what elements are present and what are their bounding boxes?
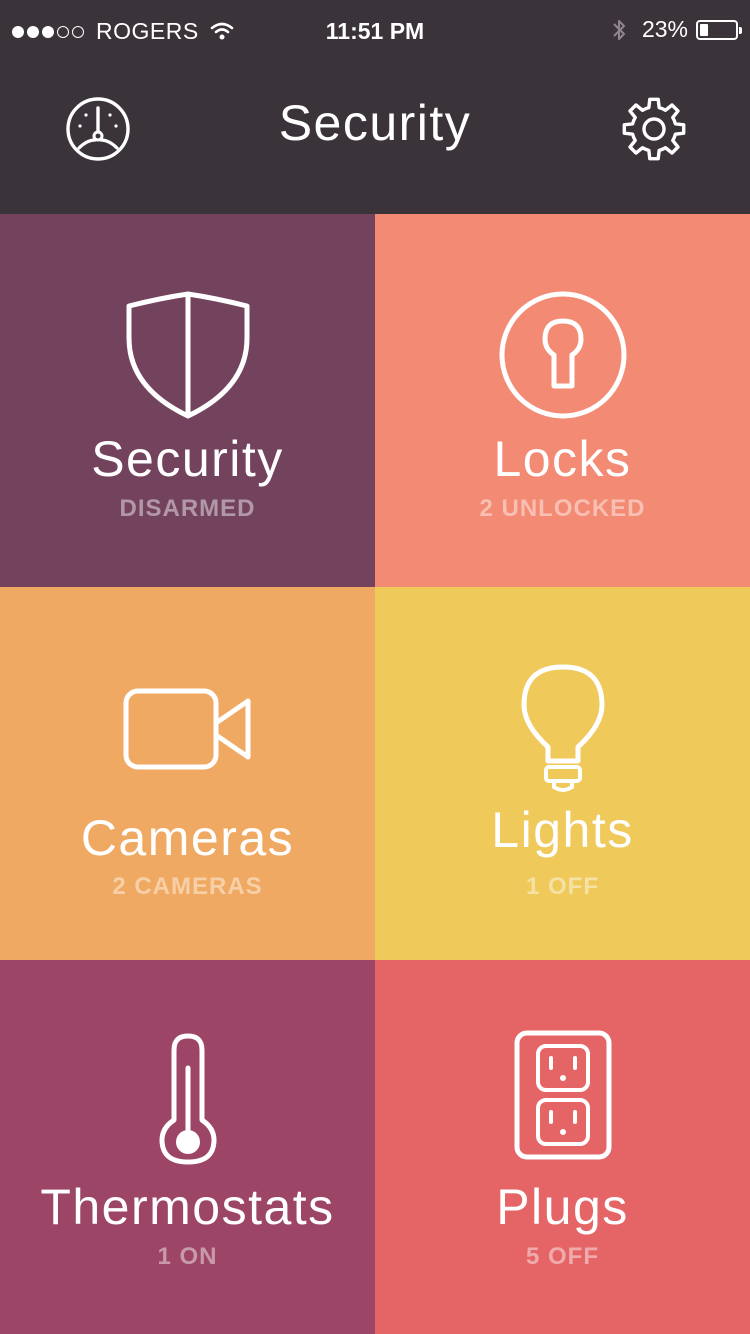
tile-cameras[interactable]: Cameras 2 CAMERAS bbox=[0, 587, 375, 961]
tile-status: 5 OFF bbox=[525, 1243, 599, 1270]
tile-lights[interactable]: Lights 1 OFF bbox=[375, 587, 750, 961]
bluetooth-icon bbox=[613, 19, 625, 40]
battery-icon bbox=[696, 19, 742, 40]
status-bar: ROGERS 11:51 PM 23% bbox=[0, 0, 750, 64]
tile-status: DISARMED bbox=[119, 495, 256, 522]
tile-thermostats[interactable]: Thermostats 1 ON bbox=[0, 960, 375, 1334]
video-camera-icon bbox=[0, 687, 375, 771]
battery-percent: 23% bbox=[641, 16, 688, 42]
tile-label: Cameras bbox=[80, 810, 295, 866]
tile-status: 2 UNLOCKED bbox=[479, 495, 646, 522]
tile-label: Lights bbox=[491, 802, 634, 858]
tile-label: Security bbox=[91, 431, 284, 487]
status-right: 23% bbox=[612, 16, 742, 43]
battery-cap bbox=[739, 26, 742, 34]
device-category-grid: Security DISARMED Locks 2 UNLOCKED Camer… bbox=[0, 214, 750, 1334]
tile-status: 1 ON bbox=[157, 1243, 218, 1270]
shield-icon bbox=[0, 290, 375, 420]
tile-label: Locks bbox=[493, 431, 632, 487]
gear-icon bbox=[622, 97, 686, 161]
navigation-bar: Security bbox=[0, 64, 750, 214]
tile-status: 2 CAMERAS bbox=[112, 873, 263, 900]
keyhole-icon bbox=[375, 289, 750, 421]
light-bulb-icon bbox=[375, 663, 750, 795]
thermometer-icon bbox=[0, 1032, 375, 1166]
tile-label: Thermostats bbox=[40, 1179, 335, 1235]
tile-status: 1 OFF bbox=[525, 873, 599, 900]
battery-level-fill bbox=[700, 23, 708, 36]
tile-security[interactable]: Security DISARMED bbox=[0, 214, 375, 588]
tile-plugs[interactable]: Plugs 5 OFF bbox=[375, 960, 750, 1334]
gear-teeth bbox=[622, 97, 686, 161]
outlet-icon bbox=[375, 1030, 750, 1160]
app-screen: ROGERS 11:51 PM 23% Security Security DI… bbox=[0, 0, 750, 1334]
tile-locks[interactable]: Locks 2 UNLOCKED bbox=[375, 214, 750, 588]
settings-button[interactable] bbox=[619, 94, 689, 164]
tile-label: Plugs bbox=[496, 1179, 629, 1235]
